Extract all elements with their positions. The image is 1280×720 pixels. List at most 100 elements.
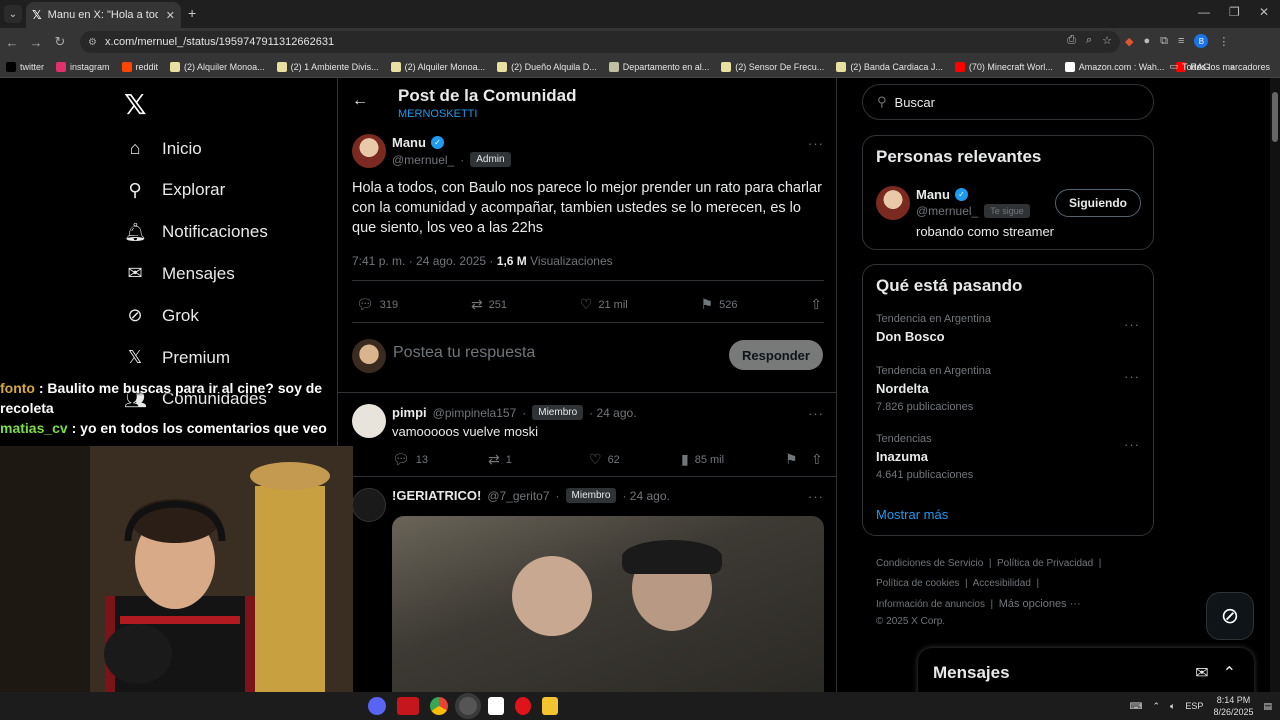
views-button[interactable]: ▮ 85 mil — [681, 451, 785, 468]
reply-input[interactable]: Postea tu respuesta — [393, 344, 535, 362]
bookmark-item[interactable]: (2) Alquiler Monoa... — [390, 61, 485, 72]
discord-icon[interactable] — [368, 697, 386, 715]
repost-button[interactable]: ⇄ 1 — [488, 451, 589, 468]
trend-more-icon[interactable]: ··· — [1124, 369, 1140, 384]
opera-icon[interactable] — [515, 697, 531, 715]
clock[interactable]: 8:14 PM 8/26/2025 — [1213, 694, 1253, 718]
forward-icon[interactable]: → — [24, 35, 48, 50]
bookmark-item[interactable]: reddit — [121, 61, 158, 72]
new-tab-button[interactable]: + — [188, 5, 196, 21]
reload-icon[interactable]: ↻ — [48, 34, 72, 50]
bookmark-item[interactable]: Amazon.com : Wah... — [1064, 61, 1164, 72]
bookmark-item[interactable]: (2) 1 Ambiente Divis... — [276, 61, 379, 72]
obs-icon[interactable] — [459, 697, 477, 715]
back-icon[interactable]: ← — [0, 35, 24, 50]
footer-link[interactable]: Política de Privacidad — [997, 558, 1093, 569]
my-avatar[interactable] — [352, 339, 386, 373]
restore-button[interactable]: ❐ — [1229, 5, 1240, 19]
trend-item[interactable]: Tendencia en Argentina Don Bosco ··· — [876, 313, 1146, 349]
back-arrow-icon[interactable]: ← — [352, 92, 368, 110]
nav-item-inicio[interactable]: ⌂ Inicio — [124, 138, 202, 159]
all-bookmarks[interactable]: ▭ Todos los marcadores — [1169, 61, 1270, 72]
chrome-icon[interactable] — [430, 697, 448, 715]
page-scrollbar[interactable] — [1270, 78, 1280, 692]
site-info-icon[interactable]: ⚙ — [88, 37, 97, 48]
like-button[interactable]: ♡ 62 — [589, 451, 681, 468]
nav-item-grok[interactable]: ⊘ Grok — [124, 305, 198, 326]
show-more-link[interactable]: Mostrar más — [876, 507, 948, 522]
repost-button[interactable]: ⇄ 251 — [471, 296, 507, 313]
relevant-name[interactable]: Manu — [916, 187, 950, 202]
more-options-icon[interactable]: ··· — [808, 489, 824, 504]
bookmark-button[interactable]: ⚑ 526 — [701, 296, 738, 313]
omnibox[interactable]: ⚙ x.com/mernuel_/status/1959747911312662… — [80, 31, 1120, 53]
minimize-button[interactable]: — — [1198, 5, 1210, 19]
messages-drawer[interactable]: Mensajes ✉ ⌃ — [918, 648, 1254, 692]
responder-button[interactable]: Responder — [729, 340, 823, 370]
footer-link[interactable]: Accesibilidad — [973, 578, 1031, 589]
volume-icon[interactable]: 🔈︎ — [1170, 701, 1175, 712]
app-icon[interactable] — [397, 697, 419, 715]
trend-more-icon[interactable]: ··· — [1124, 437, 1140, 452]
search-box[interactable]: ⚲ Buscar — [862, 84, 1154, 120]
new-message-icon[interactable]: ✉ — [1195, 663, 1208, 683]
comment-date[interactable]: · 24 ago. — [589, 406, 636, 420]
reading-list-icon[interactable]: ≡ — [1178, 35, 1184, 47]
language-indicator[interactable]: ESP — [1185, 701, 1203, 711]
footer-link[interactable]: Política de cookies — [876, 578, 959, 589]
author-handle[interactable]: @mernuel_ — [392, 153, 454, 167]
share-button[interactable]: ⇧ — [811, 451, 823, 468]
bookmark-item[interactable]: Departamento en al... — [608, 61, 709, 72]
notification-icon[interactable]: ▤ — [1263, 701, 1272, 712]
following-button[interactable]: Siguiendo — [1055, 189, 1141, 217]
extension-icon[interactable]: ● — [1143, 35, 1150, 47]
share-button[interactable]: ⇧ — [810, 296, 822, 313]
x-logo-icon[interactable]: 𝕏 — [124, 88, 147, 121]
comment-date[interactable]: · 24 ago. — [622, 489, 669, 503]
comment-author-handle[interactable]: @7_gerito7 — [487, 489, 549, 503]
community-link[interactable]: MERNOSKETTI — [398, 108, 477, 120]
menu-icon[interactable]: ⋮ — [1218, 35, 1229, 48]
author-name[interactable]: Manu — [392, 135, 426, 150]
close-tab-icon[interactable]: ✕ — [166, 9, 175, 22]
bookmark-item[interactable]: twitter — [6, 61, 44, 72]
more-options-link[interactable]: Más opciones ··· — [999, 598, 1081, 610]
url-text[interactable]: x.com/mernuel_/status/195974791131266263… — [105, 36, 334, 48]
bookmark-item[interactable]: (2) Alquiler Monoa... — [170, 61, 265, 72]
post-timestamp[interactable]: 7:41 p. m. · 24 ago. 2025 · — [352, 254, 497, 268]
bookmark-item[interactable]: (70) Minecraft Worl... — [954, 61, 1053, 72]
bookmark-item[interactable]: (2) Sensor De Frecu... — [721, 61, 824, 72]
trend-item[interactable]: Tendencias Inazuma 4.641 publicaciones ··· — [876, 433, 1146, 481]
chevron-up-icon[interactable]: ⌃ — [1152, 701, 1160, 712]
comment-avatar[interactable] — [352, 404, 386, 438]
author-avatar[interactable] — [352, 134, 386, 168]
browser-tab[interactable]: 𝕏 Manu en X: "Hola a todos, con B ✕ — [26, 2, 181, 28]
nav-item-premium[interactable]: 𝕏 Premium — [124, 347, 230, 368]
comment-author-handle[interactable]: @pimpinela157 — [433, 406, 517, 420]
nav-item-mensajes[interactable]: ✉ Mensajes — [124, 263, 234, 284]
bookmark-item[interactable]: (2) Banda Cardiaca J... — [836, 61, 943, 72]
reply-button[interactable]: 💬︎ 319 — [356, 296, 398, 313]
more-options-icon[interactable]: ··· — [808, 406, 824, 421]
reply-button[interactable]: 💬︎ 13 — [392, 451, 488, 468]
tab-search-button[interactable]: ⌄ — [4, 5, 22, 23]
relevant-handle[interactable]: @mernuel_ — [916, 204, 978, 218]
comment-avatar[interactable] — [352, 488, 386, 522]
close-window-button[interactable]: ✕ — [1259, 5, 1269, 19]
scrollbar-thumb[interactable] — [1272, 92, 1278, 142]
bookmark-button[interactable]: ⚑ — [785, 451, 811, 468]
app-icon[interactable] — [488, 697, 504, 715]
trend-more-icon[interactable]: ··· — [1124, 317, 1140, 332]
expand-icon[interactable]: ⌃ — [1223, 663, 1236, 683]
like-button[interactable]: ♡ 21 mil — [580, 296, 628, 313]
search-input[interactable]: Buscar — [895, 95, 935, 110]
comment-author-name[interactable]: !GERIATRICO! — [392, 488, 481, 503]
grok-button[interactable]: ⊘ — [1206, 592, 1254, 640]
relevant-avatar[interactable] — [876, 186, 910, 220]
profile-avatar[interactable]: B — [1194, 34, 1209, 48]
extensions-puzzle-icon[interactable]: ⧉ — [1160, 35, 1168, 48]
comment-author-name[interactable]: pimpi — [392, 405, 427, 420]
install-icon[interactable]: ⎙ — [1067, 34, 1076, 47]
more-options-icon[interactable]: ··· — [808, 136, 824, 151]
footer-link[interactable]: Condiciones de Servicio — [876, 558, 983, 569]
